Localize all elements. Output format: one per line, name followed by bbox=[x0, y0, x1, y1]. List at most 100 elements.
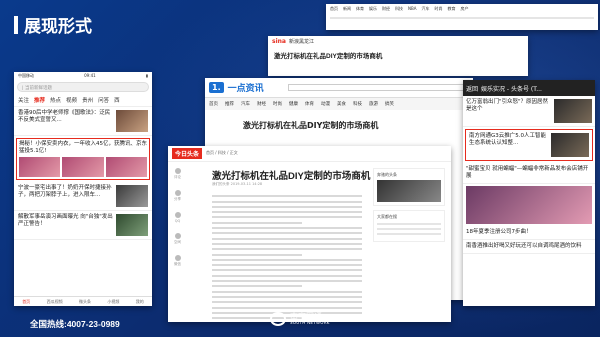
list-item-text: 宁波一豪宅出事了！奶奶开保时捷接孙子，两把刀架脖子上，进入限车... bbox=[18, 184, 112, 198]
yidian-nav-item[interactable]: 动漫 bbox=[321, 101, 330, 107]
share-icon bbox=[174, 212, 181, 218]
portal-nav-item[interactable]: 财经 bbox=[382, 6, 390, 12]
portal-nav-item[interactable]: 汽车 bbox=[421, 6, 429, 12]
portal-nav-item[interactable]: 教育 bbox=[447, 6, 455, 12]
phone-tab[interactable]: 关注 bbox=[18, 96, 29, 104]
yidian-nav-item[interactable]: 科技 bbox=[353, 101, 362, 107]
phone-tab[interactable]: 问答 bbox=[98, 96, 109, 104]
yidian-nav-item[interactable]: 健康 bbox=[289, 101, 298, 107]
portal-nav-item[interactable]: 房产 bbox=[460, 6, 468, 12]
list-item-text: 解散军事岳演习画面曝光 向"台独"发出严正警告！ bbox=[18, 213, 113, 227]
list-item-text: "甜蜜宝贝 就用蝙蝠"—蝙蝠非常新品发布会店铺开展 bbox=[466, 166, 589, 179]
text-line bbox=[212, 253, 302, 256]
text-line bbox=[212, 242, 362, 245]
yidian-nav-item[interactable]: 美食 bbox=[337, 101, 346, 107]
battery-icon: ▮ bbox=[145, 73, 148, 78]
yidian-nav-item[interactable]: 时尚 bbox=[273, 101, 282, 107]
yidian-nav-item[interactable]: 推荐 bbox=[225, 101, 234, 107]
list-item-highlighted[interactable]: 揭秘！小保安卖内衣，一年收入45亿，获腾讯、京东猛投5.1亿! bbox=[16, 138, 150, 180]
sina-article-title: 激光打标机在礼品DIY定制的市场商机 bbox=[274, 53, 383, 60]
share-button[interactable]: 分享 bbox=[174, 190, 181, 202]
text-line bbox=[212, 295, 362, 298]
phone-bottom-tab[interactable]: 西瓜视频 bbox=[47, 299, 63, 306]
screenshot-mobile-toutiao: 返回 娱乐实况 - 头条号 (T... 亿万富翁出门"引众怒"？原因居然是这个 … bbox=[463, 80, 595, 306]
search-card-lines bbox=[377, 223, 441, 235]
toutiao-logo: 今日头条 bbox=[172, 148, 203, 159]
phone-tab[interactable]: 视频 bbox=[66, 96, 77, 104]
list-item[interactable]: 18年夏季注册公司7步曲！ bbox=[463, 226, 595, 240]
yidian-nav-item[interactable]: 首页 bbox=[209, 101, 218, 107]
back-button[interactable]: 返回 bbox=[466, 84, 478, 93]
yidian-nav-item[interactable]: 旅游 bbox=[369, 101, 378, 107]
yidian-article-title: 激光打标机在礼品DIY定制的市场商机 bbox=[243, 121, 379, 130]
title-marker bbox=[14, 15, 18, 34]
phone-tab[interactable]: 西 bbox=[114, 96, 120, 104]
list-item-thumbnail bbox=[116, 213, 148, 236]
sina-site-name: 新浪黑龙江 bbox=[288, 39, 314, 45]
author-card[interactable]: 奔驰的头条 bbox=[373, 168, 445, 206]
list-item-text: 香港90后中学老师撑《国歌法》：泛民不反美式宣誓又... bbox=[18, 110, 111, 123]
text-line bbox=[212, 211, 362, 214]
phone-tab[interactable]: 热点 bbox=[50, 96, 61, 104]
list-item[interactable]: 香港90后中学老师撑《国歌法》：泛民不反美式宣誓又... bbox=[14, 107, 152, 136]
text-line bbox=[212, 306, 362, 309]
search-input[interactable]: | 当前新鲜话题 bbox=[17, 82, 149, 92]
share-button[interactable]: 评论 bbox=[174, 168, 181, 180]
portal-nav-item[interactable]: NBA bbox=[408, 6, 416, 12]
text-line bbox=[212, 269, 362, 272]
phone-tabs: 关注 推荐 热点 视频 贵州 问答西 bbox=[14, 94, 152, 107]
share-button[interactable]: 微信 bbox=[174, 255, 181, 267]
yidian-nav-item[interactable]: 财经 bbox=[257, 101, 266, 107]
share-label: 分享 bbox=[174, 197, 181, 201]
screenshot-portal-top: 首页 新闻 体育 娱乐 财经 科技 NBA 汽车 时尚 教育 房产 bbox=[326, 4, 598, 30]
share-button[interactable]: 空间 bbox=[174, 233, 181, 245]
share-button[interactable]: QQ bbox=[174, 212, 181, 223]
phone-tab[interactable]: 推荐 bbox=[34, 96, 45, 104]
phone-bottom-tab[interactable]: 小视频 bbox=[107, 299, 119, 306]
list-item[interactable]: 南香酒推出好喝又好玩还可以自调鸡尾酒的饮料 bbox=[463, 240, 595, 254]
toutiao-article-meta: 我们的头条 2019-03-11 14:28 bbox=[212, 182, 263, 186]
phone-bottom-tab[interactable]: 我的 bbox=[136, 299, 144, 306]
text-line bbox=[212, 248, 362, 251]
portal-nav-item[interactable]: 娱乐 bbox=[369, 6, 377, 12]
text-line bbox=[212, 205, 362, 208]
list-item-thumbnail bbox=[116, 110, 148, 132]
search-card[interactable]: 大家都在搜 bbox=[373, 210, 445, 242]
company-logo: 南宇网通 SOUTH NETWORK bbox=[270, 312, 330, 326]
phone-bottom-tab[interactable]: 首页 bbox=[22, 299, 30, 306]
text-line bbox=[212, 301, 362, 304]
portal-nav-item[interactable]: 新闻 bbox=[343, 6, 351, 12]
list-item-text: 南方网通G3云推广5.0人工智能生态系统认认知整... bbox=[469, 133, 547, 146]
portal-nav-item[interactable]: 时尚 bbox=[434, 6, 442, 12]
phone-bottom-tab[interactable]: 微头条 bbox=[79, 299, 91, 306]
list-item[interactable]: 宁波一豪宅出事了！奶奶开保时捷接孙子，两把刀架脖子上，进入限车... bbox=[14, 182, 152, 211]
toutiao-article-body bbox=[212, 192, 362, 322]
text-line bbox=[212, 258, 362, 261]
list-item[interactable]: 解散军事岳演习画面曝光 向"台独"发出严正警告！ bbox=[14, 211, 152, 240]
mobile2-head-title: 娱乐实况 - 头条号 (T... bbox=[481, 85, 542, 93]
portal-lines bbox=[326, 17, 598, 19]
list-item[interactable]: "甜蜜宝贝 就用蝙蝠"—蝙蝠非常新品发布会店铺开展 bbox=[463, 163, 595, 184]
author-card-image bbox=[377, 180, 441, 202]
share-label: 空间 bbox=[174, 240, 181, 244]
text-line bbox=[212, 237, 362, 240]
text-line bbox=[212, 280, 362, 283]
hotline-text: 全国热线:4007-23-0989 bbox=[30, 319, 120, 329]
list-item[interactable]: 亿万富翁出门"引众怒"？原因居然是这个 bbox=[463, 96, 595, 127]
text-line bbox=[212, 285, 302, 288]
yidian-search-input[interactable] bbox=[287, 84, 469, 91]
phone-tab[interactable]: 贵州 bbox=[82, 96, 93, 104]
portal-nav-item[interactable]: 科技 bbox=[395, 6, 403, 12]
toutiao-sidebar: 奔驰的头条 大家都在搜 bbox=[373, 168, 445, 246]
list-item-thumbnail bbox=[551, 133, 589, 157]
list-item-highlighted[interactable]: 南方网通G3云推广5.0人工智能生态系统认认知整... bbox=[465, 129, 593, 161]
yidian-nav-item[interactable]: 体育 bbox=[305, 101, 314, 107]
yidian-nav: 首页 推荐 汽车 财经 时尚 健康 体育 动漫 美食 科技 旅游 搞笑 bbox=[205, 98, 473, 110]
text-line bbox=[212, 195, 362, 198]
yidian-nav-item[interactable]: 搞笑 bbox=[385, 101, 394, 107]
share-icon bbox=[174, 168, 181, 174]
portal-nav-item[interactable]: 首页 bbox=[330, 6, 338, 12]
yidian-logo-name: 一点资讯 bbox=[227, 84, 264, 94]
portal-nav-item[interactable]: 体育 bbox=[356, 6, 364, 12]
yidian-nav-item[interactable]: 汽车 bbox=[241, 101, 250, 107]
